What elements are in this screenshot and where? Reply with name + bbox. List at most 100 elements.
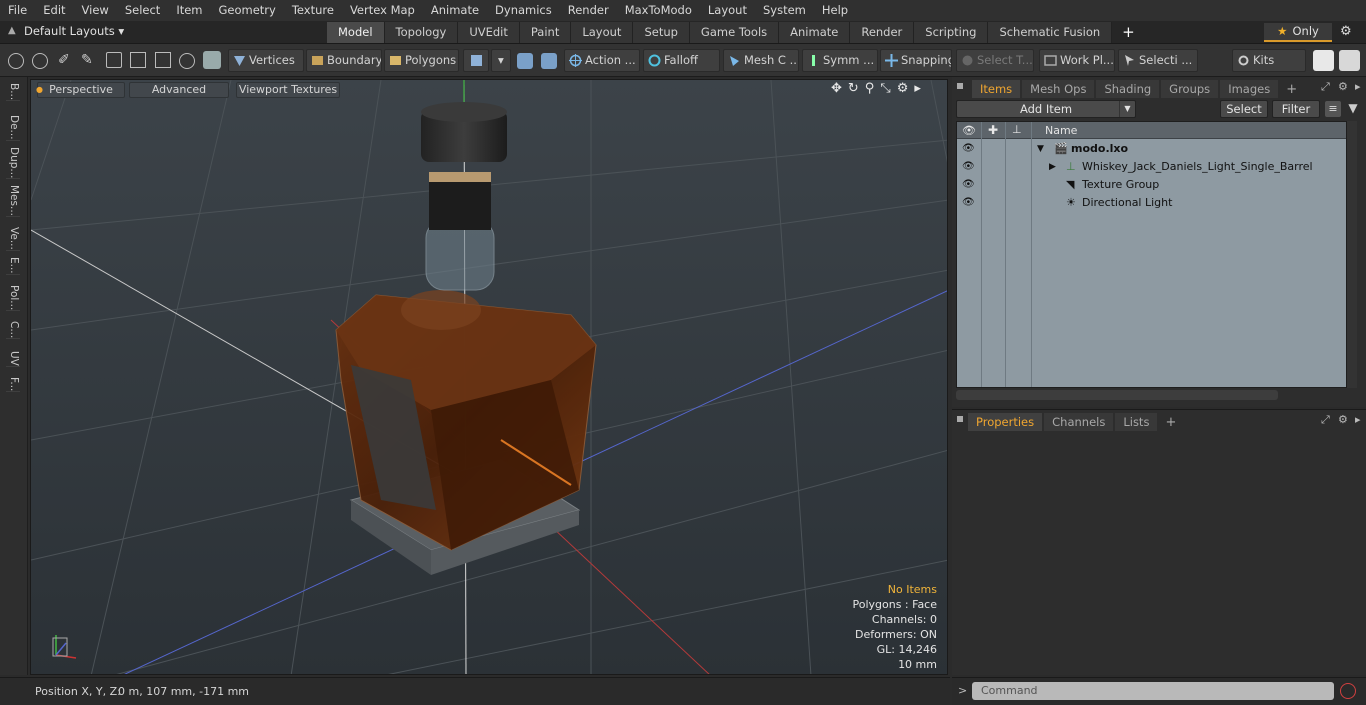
strip-tab-deform[interactable]: De... <box>6 115 20 141</box>
add-panel-tab-button[interactable]: + <box>1159 415 1182 430</box>
tab-shading[interactable]: Shading <box>1096 80 1160 98</box>
modo-cube-icon[interactable] <box>1313 50 1334 71</box>
work-plane-button[interactable]: Work Pl... <box>1039 49 1115 72</box>
expand-icon[interactable]: ⤢ <box>1321 413 1330 427</box>
panel-menu-icon[interactable] <box>957 416 963 422</box>
strip-tab-uv[interactable]: UV <box>6 351 20 367</box>
square-circle-icon[interactable] <box>155 52 171 68</box>
menu-texture[interactable]: Texture <box>284 0 342 21</box>
symmetry-shield-icon[interactable] <box>517 53 533 69</box>
clock-icon[interactable] <box>179 53 195 69</box>
menu-help[interactable]: Help <box>814 0 856 21</box>
tab-mesh-ops[interactable]: Mesh Ops <box>1022 80 1095 98</box>
tab-lists[interactable]: Lists <box>1115 413 1158 431</box>
selection-sets-button[interactable]: Selecti ... <box>1118 49 1198 72</box>
symmetry-shield2-icon[interactable] <box>541 53 557 69</box>
falloff-button[interactable]: Falloff <box>643 49 720 72</box>
brush-icon[interactable]: ✎ <box>81 52 93 68</box>
grid-icon[interactable] <box>130 52 146 68</box>
tab-channels[interactable]: Channels <box>1044 413 1114 431</box>
funnel-icon[interactable]: ▼ <box>1345 101 1361 117</box>
strip-tab-basic[interactable]: B... <box>6 83 20 102</box>
strip-tab-curve[interactable]: C... <box>6 321 20 340</box>
menu-file[interactable]: File <box>0 0 35 21</box>
menu-animate[interactable]: Animate <box>423 0 487 21</box>
menu-dynamics[interactable]: Dynamics <box>487 0 560 21</box>
select-through-button[interactable]: Select T... <box>956 49 1034 72</box>
tab-uvedit[interactable]: UVEdit <box>458 22 520 43</box>
unreal-icon[interactable] <box>1339 50 1360 71</box>
filter-button[interactable]: Filter <box>1272 100 1320 118</box>
tab-game-tools[interactable]: Game Tools <box>689 22 780 43</box>
menu-layout[interactable]: Layout <box>700 0 755 21</box>
viewport-nav-icons[interactable]: ✥↻⚲⤡⚙▸ <box>831 81 927 96</box>
menu-edit[interactable]: Edit <box>35 0 73 21</box>
record-icon[interactable] <box>1340 683 1356 699</box>
tab-scripting[interactable]: Scripting <box>914 22 989 43</box>
only-toggle[interactable]: ★ Only <box>1264 23 1332 42</box>
list-item[interactable]: 👁 ▼ 🎬 modo.lxo <box>957 140 1346 158</box>
eye-icon[interactable]: 👁 <box>962 179 975 191</box>
visibility-eye-icon[interactable]: 👁 <box>962 124 976 137</box>
vertices-button[interactable]: Vertices <box>228 49 304 72</box>
snapping-button[interactable]: Snapping <box>880 49 952 72</box>
tab-schematic-fusion[interactable]: Schematic Fusion <box>988 22 1113 43</box>
add-panel-tab-button[interactable]: + <box>1280 82 1303 97</box>
globe-icon[interactable] <box>32 53 48 69</box>
tab-paint[interactable]: Paint <box>519 22 572 43</box>
menu-render[interactable]: Render <box>560 0 617 21</box>
strip-tab-vertex[interactable]: Ve... <box>6 227 20 251</box>
menu-system[interactable]: System <box>755 0 814 21</box>
tab-topology[interactable]: Topology <box>384 22 459 43</box>
expand-triangle-icon[interactable]: ▶ <box>1049 158 1056 176</box>
list-item[interactable]: 👁 ▶ ⊥ Whiskey_Jack_Daniels_Light_Single_… <box>957 158 1346 176</box>
strip-tab-fusion[interactable]: F... <box>6 377 20 393</box>
tab-items[interactable]: Items <box>972 80 1021 98</box>
menu-item[interactable]: Item <box>168 0 210 21</box>
tab-properties[interactable]: Properties <box>968 413 1043 431</box>
item-list-vscrollbar[interactable] <box>1347 121 1357 388</box>
panel-gear-icon[interactable]: ⚙ <box>1338 413 1348 426</box>
select-button[interactable]: Select <box>1220 100 1268 118</box>
3d-viewport[interactable]: Perspective ● Advanced Viewport Textures… <box>30 79 948 675</box>
add-tab-button[interactable]: + <box>1112 22 1145 43</box>
menu-geometry[interactable]: Geometry <box>211 0 284 21</box>
mesh-constraints-button[interactable]: Mesh C ... <box>723 49 799 72</box>
menu-vertex-map[interactable]: Vertex Map <box>342 0 423 21</box>
menu-select[interactable]: Select <box>117 0 168 21</box>
tab-animate[interactable]: Animate <box>779 22 851 43</box>
collapse-list-icon[interactable]: ≡ <box>1325 101 1341 117</box>
shield-icon[interactable] <box>203 51 221 69</box>
eye-icon[interactable]: 👁 <box>962 143 975 155</box>
col-name[interactable]: Name <box>1045 124 1077 137</box>
lock-icon[interactable]: ✚ <box>988 123 998 137</box>
collapse-triangle-icon[interactable]: ▼ <box>1037 140 1044 158</box>
material-dropdown[interactable]: ▾ <box>491 49 511 72</box>
pen-icon[interactable]: ✐ <box>58 52 70 68</box>
tab-model[interactable]: Model <box>327 22 385 43</box>
menu-view[interactable]: View <box>74 0 117 21</box>
polygons-button[interactable]: Polygons <box>384 49 459 72</box>
panel-arrow-icon[interactable]: ▸ <box>1355 413 1361 426</box>
perspective-dropdown[interactable]: Perspective <box>37 82 125 98</box>
symmetry-button[interactable]: Symm ... <box>802 49 878 72</box>
expand-icon[interactable]: ⤢ <box>1321 80 1330 94</box>
advanced-dropdown[interactable]: Advanced <box>129 82 229 98</box>
gear-icon[interactable]: ⚙ <box>1340 24 1352 39</box>
viewport-textures-dropdown[interactable]: Viewport Textures <box>236 82 340 98</box>
tab-layout[interactable]: Layout <box>571 22 634 43</box>
panel-arrow-icon[interactable]: ▸ <box>1355 80 1361 93</box>
boundary-button[interactable]: Boundary <box>306 49 382 72</box>
menu-maxtomodo[interactable]: MaxToModo <box>617 0 700 21</box>
command-input[interactable]: Command <box>972 682 1334 700</box>
action-center-button[interactable]: Action ... <box>564 49 640 72</box>
list-item[interactable]: 👁 ☀ Directional Light <box>957 194 1346 212</box>
collapse-up-icon[interactable]: ▲ <box>8 25 16 36</box>
add-item-button[interactable]: Add Item ▼ <box>956 100 1136 118</box>
strip-tab-mesh[interactable]: Mes... <box>6 185 20 218</box>
kits-button[interactable]: Kits <box>1232 49 1306 72</box>
tab-images[interactable]: Images <box>1220 80 1279 98</box>
strip-tab-edge[interactable]: E... <box>6 257 20 275</box>
eye-icon[interactable]: 👁 <box>962 161 975 173</box>
panel-menu-icon[interactable] <box>957 83 963 89</box>
